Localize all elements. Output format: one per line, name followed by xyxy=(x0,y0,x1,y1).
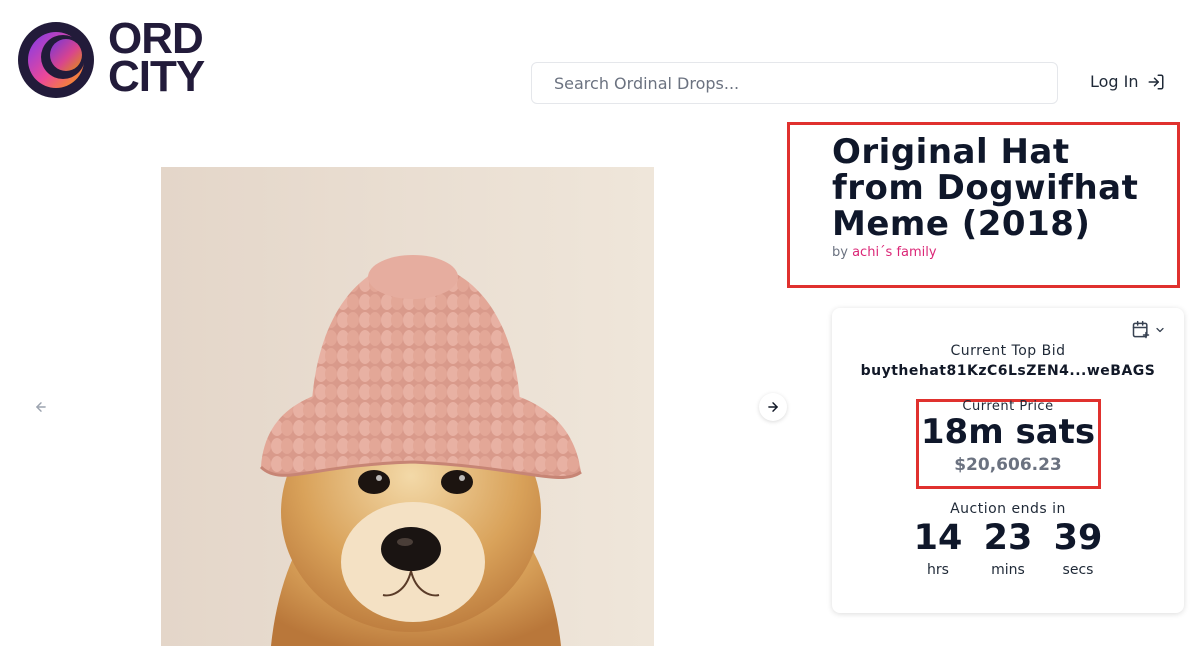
calendar-plus-icon xyxy=(1132,320,1150,339)
login-label: Log In xyxy=(1090,72,1139,91)
countdown-hours-value: 14 xyxy=(913,518,963,558)
countdown-hours-unit: hrs xyxy=(927,562,949,578)
brand-logo[interactable]: ORD CITY xyxy=(16,17,216,102)
dog-with-hat-illustration xyxy=(161,167,654,646)
search-box[interactable] xyxy=(531,62,1058,104)
logo-mark-icon xyxy=(18,22,94,98)
countdown-seconds: 39 secs xyxy=(1043,518,1113,578)
current-price-usd: $20,606.23 xyxy=(954,455,1062,475)
countdown-minutes-value: 23 xyxy=(983,518,1033,558)
item-byline: by achi´s family xyxy=(832,245,937,260)
creator-link[interactable]: achi´s family xyxy=(852,245,937,260)
countdown-hours: 14 hrs xyxy=(903,518,973,578)
login-arrow-icon xyxy=(1148,74,1164,89)
countdown-minutes: 23 mins xyxy=(973,518,1043,578)
auction-countdown: 14 hrs 23 mins 39 secs xyxy=(832,518,1184,578)
login-button[interactable]: Log In xyxy=(1090,72,1165,91)
carousel-next-button[interactable] xyxy=(759,393,787,421)
top-bid-address: buythehat81KzC6LsZEN4...weBAGS xyxy=(860,363,1156,379)
auction-ends-label: Auction ends in xyxy=(950,501,1066,517)
item-title: Original Hat from Dogwifhat Meme (2018) xyxy=(832,132,1139,244)
arrow-left-icon xyxy=(36,402,46,412)
arrow-right-icon xyxy=(768,402,778,412)
artwork-image xyxy=(161,167,654,646)
countdown-seconds-unit: secs xyxy=(1062,562,1094,578)
carousel-prev-button[interactable] xyxy=(27,393,55,421)
countdown-minutes-unit: mins xyxy=(991,562,1025,578)
current-price-value: 18m sats xyxy=(920,412,1096,452)
chevron-down-icon xyxy=(1156,327,1164,333)
byline-prefix: by xyxy=(832,245,848,260)
search-input[interactable] xyxy=(554,73,1035,93)
auction-card: Current Top Bid buythehat81KzC6LsZEN4...… xyxy=(832,308,1184,613)
countdown-seconds-value: 39 xyxy=(1053,518,1103,558)
logo-text-city: CITY xyxy=(108,52,205,101)
top-bid-label: Current Top Bid xyxy=(950,343,1066,359)
add-to-calendar-button[interactable] xyxy=(1131,320,1166,340)
